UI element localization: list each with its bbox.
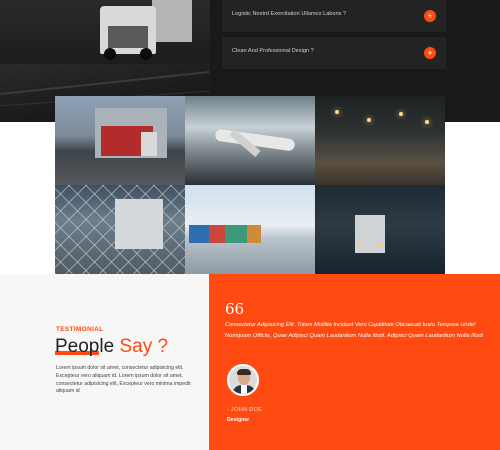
lamp-graphic: [399, 112, 403, 116]
section-heading: People Say ?: [55, 336, 168, 358]
section-body: Lorem ipsum dolor sit amet, consectetur …: [56, 365, 191, 395]
gallery-image-airplane[interactable]: [185, 96, 315, 185]
plus-icon[interactable]: +: [424, 10, 436, 22]
testimonial-role: Designer: [227, 417, 250, 423]
faq-item[interactable]: Clean And Professional Design ? +: [222, 37, 446, 69]
section-eyebrow: TESTIMONIAL: [56, 326, 104, 333]
lamp-graphic: [367, 118, 371, 122]
heading-accent: Say ?: [119, 336, 169, 357]
truck-grill-graphic: [108, 26, 148, 48]
headlight-graphic: [357, 243, 362, 246]
container-graphic: [225, 225, 247, 243]
testimonial-quote: Consectetur Adipisicing Elit. Totam Moll…: [225, 322, 483, 340]
gallery-image-containers[interactable]: [185, 185, 315, 274]
gallery-image-fence-truck[interactable]: [55, 185, 185, 274]
faq-item[interactable]: Logistic Nostrd Exercitation Ullamco Lab…: [222, 0, 446, 32]
gallery-image-warehouse[interactable]: [315, 96, 445, 185]
container-graphic: [247, 225, 261, 243]
fence-graphic: [55, 185, 185, 274]
testimonial-card: 66 Consectetur Adipisicing Elit. Totam M…: [209, 274, 500, 450]
faq-question: Logistic Nostrd Exercitation Ullamco Lab…: [232, 11, 347, 17]
lamp-graphic: [335, 110, 339, 114]
avatar: [227, 364, 259, 396]
container-graphic: [209, 225, 225, 243]
truck-graphic: [355, 215, 385, 253]
gallery-image-highway-truck[interactable]: [315, 185, 445, 274]
container-graphic: [189, 225, 209, 243]
quote-icon: 66: [225, 300, 245, 318]
truck-trailer-graphic: [152, 0, 192, 42]
plus-icon[interactable]: +: [424, 47, 436, 59]
truck-cab-graphic: [141, 132, 157, 156]
portfolio-gallery: [55, 96, 445, 274]
avatar-shirt: [241, 385, 247, 394]
truck-wheel-graphic: [140, 48, 152, 60]
truck-wheel-graphic: [104, 48, 116, 60]
heading-rest: le: [99, 336, 115, 357]
heading-highlight-text: Peop: [55, 336, 100, 357]
testimonial-intro: TESTIMONIAL People Say ? Lorem ipsum dol…: [0, 274, 209, 450]
avatar-hair: [237, 369, 251, 375]
testimonial-author: - JOHN DOE: [227, 407, 263, 413]
lamp-graphic: [425, 120, 429, 124]
headlight-graphic: [378, 243, 383, 246]
heading-highlight: Peop: [55, 336, 100, 358]
gallery-image-red-truck[interactable]: [55, 96, 185, 185]
faq-question: Clean And Professional Design ?: [232, 48, 314, 54]
